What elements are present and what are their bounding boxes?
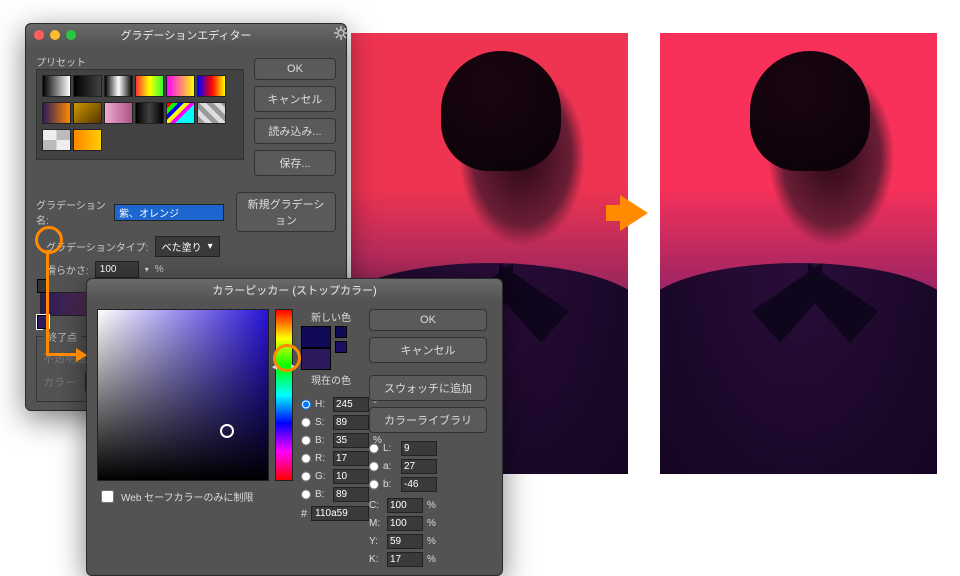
radio-bb[interactable] xyxy=(301,488,311,501)
radio-lab-b[interactable] xyxy=(369,478,379,491)
mini-swatch xyxy=(335,341,347,353)
smoothness-label: 滑らかさ: xyxy=(46,262,89,277)
preset-swatch[interactable] xyxy=(104,102,133,124)
color-picker-dialog: カラーピッカー (ストップカラー) Web セーフカラーのみに制限 新しい色 xyxy=(86,278,503,576)
b-input[interactable] xyxy=(333,487,369,502)
new-color-swatch xyxy=(301,326,331,348)
radio-r[interactable] xyxy=(301,452,311,465)
saturation-value-field[interactable] xyxy=(97,309,269,481)
dialog-title: グラデーションエディター xyxy=(26,27,346,43)
titlebar[interactable]: グラデーションエディター xyxy=(26,24,346,46)
preset-swatch[interactable] xyxy=(73,75,102,97)
color-libraries-button[interactable]: カラーライブラリ xyxy=(369,407,487,433)
current-color-label: 現在の色 xyxy=(301,372,361,387)
cancel-button[interactable]: キャンセル xyxy=(254,86,336,112)
preset-swatch[interactable] xyxy=(197,102,226,124)
radio-b[interactable] xyxy=(301,434,311,447)
h-input[interactable] xyxy=(333,397,369,412)
preset-swatch[interactable] xyxy=(42,75,71,97)
l-input[interactable] xyxy=(401,441,437,456)
k-input[interactable] xyxy=(387,552,423,567)
labb-input[interactable] xyxy=(401,477,437,492)
preset-swatch[interactable] xyxy=(42,102,71,124)
annotation-line xyxy=(46,250,49,355)
gradient-name-input[interactable] xyxy=(114,204,224,221)
annotation-circle-icon xyxy=(273,344,301,372)
c-input[interactable] xyxy=(387,498,423,513)
mini-swatch xyxy=(335,326,347,338)
dialog-title: カラーピッカー (ストップカラー) xyxy=(87,282,502,298)
smoothness-input[interactable] xyxy=(95,261,139,278)
gradient-name-label: グラデーション名: xyxy=(36,197,108,227)
load-button[interactable]: 読み込み... xyxy=(254,118,336,144)
preset-swatch[interactable] xyxy=(135,102,164,124)
m-input[interactable] xyxy=(387,516,423,531)
bval-input[interactable] xyxy=(333,433,369,448)
a-input[interactable] xyxy=(401,459,437,474)
smoothness-unit: % xyxy=(155,264,164,275)
sv-cursor[interactable] xyxy=(220,424,234,438)
titlebar[interactable]: カラーピッカー (ストップカラー) xyxy=(87,279,502,301)
color-label: カラー: xyxy=(43,374,79,390)
preset-grid[interactable] xyxy=(36,69,244,160)
gear-icon[interactable] xyxy=(334,26,348,40)
radio-l[interactable] xyxy=(369,442,379,455)
hex-input[interactable] xyxy=(311,506,369,521)
websafe-checkbox[interactable] xyxy=(101,490,114,503)
new-gradient-button[interactable]: 新規グラデーション xyxy=(236,192,336,232)
radio-s[interactable] xyxy=(301,416,311,429)
ok-button[interactable]: OK xyxy=(254,58,336,80)
preset-swatch[interactable] xyxy=(135,75,164,97)
preset-swatch[interactable] xyxy=(166,75,195,97)
preset-swatch[interactable] xyxy=(104,75,133,97)
radio-a[interactable] xyxy=(369,460,379,473)
preset-swatch[interactable] xyxy=(73,129,102,151)
radio-h[interactable] xyxy=(301,398,311,411)
chevron-down-icon: ▾ xyxy=(208,241,213,252)
websafe-label: Web セーフカラーのみに制限 xyxy=(121,489,254,504)
annotation-line xyxy=(46,353,76,356)
s-input[interactable] xyxy=(333,415,369,430)
save-button[interactable]: 保存... xyxy=(254,150,336,176)
r-input[interactable] xyxy=(333,451,369,466)
chevron-down-icon[interactable]: ▾ xyxy=(145,265,149,274)
annotation-arrowhead-icon xyxy=(76,348,87,362)
preset-swatch[interactable] xyxy=(73,102,102,124)
cancel-button[interactable]: キャンセル xyxy=(369,337,487,363)
preset-label: プリセット xyxy=(36,54,244,69)
preset-swatch[interactable] xyxy=(42,129,71,151)
arrow-right-icon xyxy=(620,195,648,231)
radio-g[interactable] xyxy=(301,470,311,483)
current-color-swatch[interactable] xyxy=(301,348,331,370)
preset-swatch[interactable] xyxy=(197,75,226,97)
gradient-type-select[interactable]: べた塗り ▾ xyxy=(155,236,220,257)
y-input[interactable] xyxy=(387,534,423,549)
ok-button[interactable]: OK xyxy=(369,309,487,331)
preview-after xyxy=(660,33,937,474)
new-color-label: 新しい色 xyxy=(301,309,361,324)
gradient-type-value: べた塗り xyxy=(162,239,202,254)
annotation-circle-icon xyxy=(35,226,63,254)
preset-swatch[interactable] xyxy=(166,102,195,124)
g-input[interactable] xyxy=(333,469,369,484)
add-swatch-button[interactable]: スウォッチに追加 xyxy=(369,375,487,401)
hue-slider[interactable] xyxy=(275,309,293,481)
